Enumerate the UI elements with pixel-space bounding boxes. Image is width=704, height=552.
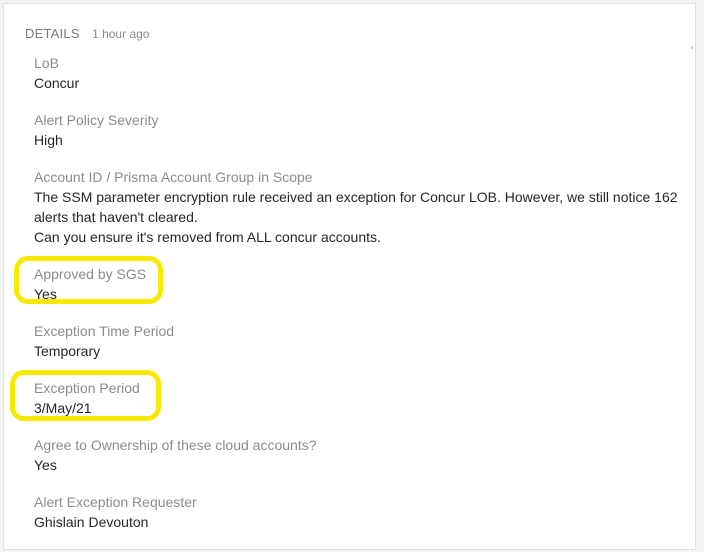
details-title: DETAILS <box>25 26 80 41</box>
field-label-exception-requester: Alert Exception Requester <box>34 494 197 510</box>
field-value-ownership-agreement: Yes <box>34 457 57 473</box>
field-exception-requester: Alert Exception Requester Ghislain Devou… <box>34 493 684 532</box>
highlight-approved-by-sgs <box>14 256 163 304</box>
field-label-alert-policy-severity: Alert Policy Severity <box>34 112 159 128</box>
details-header: DETAILS 1 hour ago <box>25 25 149 43</box>
field-label-exception-time-period: Exception Time Period <box>34 323 175 339</box>
field-value-exception-time-period: Temporary <box>34 343 101 359</box>
account-scope-line-3: Can you ensure it's removed from ALL con… <box>34 229 381 245</box>
highlight-exception-period <box>10 370 161 421</box>
field-label-lob: LoB <box>34 55 59 71</box>
field-ownership-agreement: Agree to Ownership of these cloud accoun… <box>34 436 684 475</box>
field-value-exception-requester: Ghislain Devouton <box>34 514 149 530</box>
field-label-account-scope: Account ID / Prisma Account Group in Sco… <box>34 169 313 185</box>
field-lob: LoB Concur <box>34 54 684 93</box>
field-value-account-scope: The SSM parameter encryption rule receiv… <box>34 187 684 247</box>
field-exception-time-period: Exception Time Period Temporary <box>34 322 684 361</box>
account-scope-line-2: alerts that haven't cleared. <box>34 209 198 225</box>
field-value-lob: Concur <box>34 75 80 91</box>
field-label-ownership-agreement: Agree to Ownership of these cloud accoun… <box>34 437 317 453</box>
account-scope-line-1: The SSM parameter encryption rule receiv… <box>34 189 678 205</box>
scrollbar-tick <box>691 46 693 49</box>
field-account-scope: Account ID / Prisma Account Group in Sco… <box>34 168 684 247</box>
field-alert-policy-severity: Alert Policy Severity High <box>34 111 684 150</box>
details-timestamp: 1 hour ago <box>92 27 150 41</box>
field-value-alert-policy-severity: High <box>34 132 63 148</box>
